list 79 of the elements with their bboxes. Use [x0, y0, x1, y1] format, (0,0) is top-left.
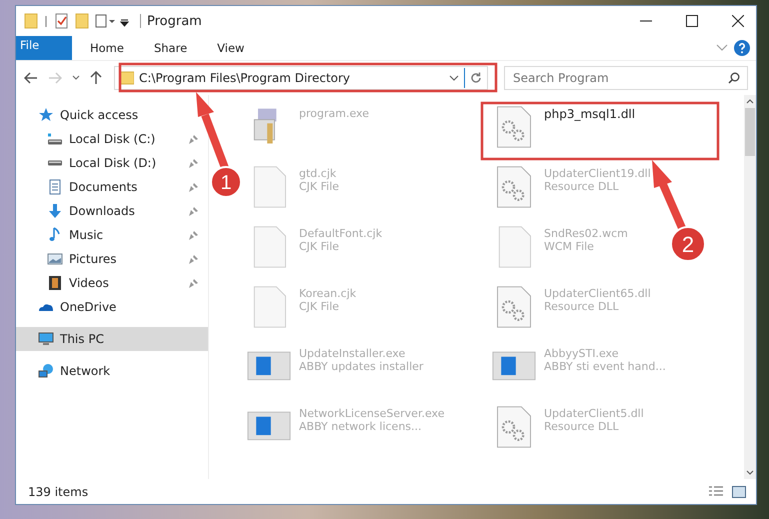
up-arrow-icon[interactable]	[90, 71, 102, 85]
file-name: php3_msql1.dll	[544, 107, 636, 121]
maximize-icon[interactable]	[686, 15, 698, 27]
file-type: WCM File	[544, 240, 595, 253]
file-type: CJK File	[299, 240, 340, 253]
computer-icon	[38, 331, 54, 347]
music-note-icon	[47, 227, 63, 243]
scrollbar[interactable]	[744, 95, 756, 479]
number-badge: 2	[670, 226, 706, 262]
item-count: 139 items	[28, 484, 88, 498]
file-name: AbbyySTI.exe	[544, 347, 620, 360]
file-name: SndRes02.wcm	[544, 227, 628, 240]
pin-icon[interactable]	[188, 254, 198, 264]
file-name: gtd.cjk	[299, 167, 338, 180]
drive-icon	[47, 131, 63, 147]
file-type: ABBY updates installer	[299, 360, 424, 373]
sidebar-item[interactable]: Pictures	[16, 247, 202, 271]
annotation-arrow	[652, 160, 686, 230]
file-type: ABBY network licens...	[299, 420, 423, 433]
sidebar-item[interactable]: This PC	[16, 327, 208, 351]
ribbon-tab[interactable]: View	[205, 36, 256, 60]
scroll-up-icon[interactable]	[746, 99, 754, 104]
pin-icon[interactable]	[188, 134, 198, 144]
sidebar-item[interactable]: Music	[16, 223, 202, 247]
recent-caret-icon[interactable]	[72, 75, 80, 81]
scroll-down-icon[interactable]	[746, 470, 754, 475]
search-field[interactable]: Search Program	[504, 66, 748, 90]
help-icon[interactable]	[734, 40, 750, 56]
film-icon	[47, 275, 63, 291]
address-bar[interactable]: C:\Program Files\Program Directory	[114, 66, 488, 90]
star-icon	[38, 107, 54, 123]
sidebar-item[interactable]: Downloads	[16, 199, 202, 223]
pin-icon[interactable]	[188, 278, 198, 288]
pin-icon[interactable]	[188, 158, 198, 168]
pin-icon[interactable]	[188, 182, 198, 192]
scroll-thumb[interactable]	[745, 108, 755, 156]
sidebar-item[interactable]: Documents	[16, 175, 202, 199]
chevron-icon[interactable]	[716, 44, 728, 52]
file-type: Resource DLL	[544, 180, 620, 193]
details-view-icon[interactable]	[708, 486, 724, 498]
file-name: DefaultFont.cjk	[299, 227, 382, 240]
back-arrow-icon[interactable]	[24, 72, 38, 84]
file-type: Resource DLL	[544, 300, 620, 313]
download-arrow-icon	[47, 203, 63, 219]
number-badge: 1	[210, 166, 242, 198]
file-name: UpdaterClient19.dll	[544, 167, 651, 180]
pin-icon[interactable]	[188, 230, 198, 240]
pin-icon[interactable]	[188, 206, 198, 216]
file-tab[interactable]: File	[16, 36, 72, 60]
sidebar-item[interactable]: Local Disk (D:)	[16, 151, 202, 175]
sidebar-item[interactable]: Videos	[16, 271, 202, 295]
file-name: UpdaterClient65.dll	[544, 287, 651, 300]
file-item[interactable]: php3_msql1.dll	[488, 101, 640, 161]
file-name: NetworkLicenseServer.exe	[299, 407, 444, 420]
file-type: Resource DLL	[544, 420, 620, 433]
sidebar-item[interactable]: OneDrive	[16, 295, 122, 319]
picture-icon	[47, 251, 63, 267]
network-icon	[38, 363, 54, 379]
ribbon-tab[interactable]: Share	[142, 36, 200, 60]
file-type: CJK File	[299, 180, 340, 193]
sidebar-item[interactable]: Local Disk (C:)	[16, 127, 202, 151]
file-type: CJK File	[299, 300, 340, 313]
sidebar-item[interactable]: Network	[16, 359, 116, 383]
close-icon[interactable]	[732, 15, 744, 27]
document-icon	[47, 179, 63, 195]
file-type: ABBY sti event hand...	[544, 360, 666, 373]
file-name: program.exe	[299, 107, 369, 120]
window-title: Program	[147, 14, 202, 28]
drive-icon	[47, 159, 63, 167]
refresh-icon[interactable]	[470, 72, 482, 84]
file-name: Korean.cjk	[299, 287, 356, 300]
search-icon[interactable]	[728, 72, 740, 84]
sidebar-item[interactable]: Quick access	[16, 103, 144, 127]
address-path: C:\Program Files\Program Directory	[139, 71, 352, 85]
dropdown-caret-icon[interactable]	[449, 75, 459, 81]
ribbon-tab[interactable]: Home	[78, 36, 136, 60]
file-name: UpdateInstaller.exe	[299, 347, 406, 360]
large-icons-view-icon[interactable]	[732, 486, 746, 498]
file-name: UpdaterClient5.dll	[544, 407, 644, 420]
